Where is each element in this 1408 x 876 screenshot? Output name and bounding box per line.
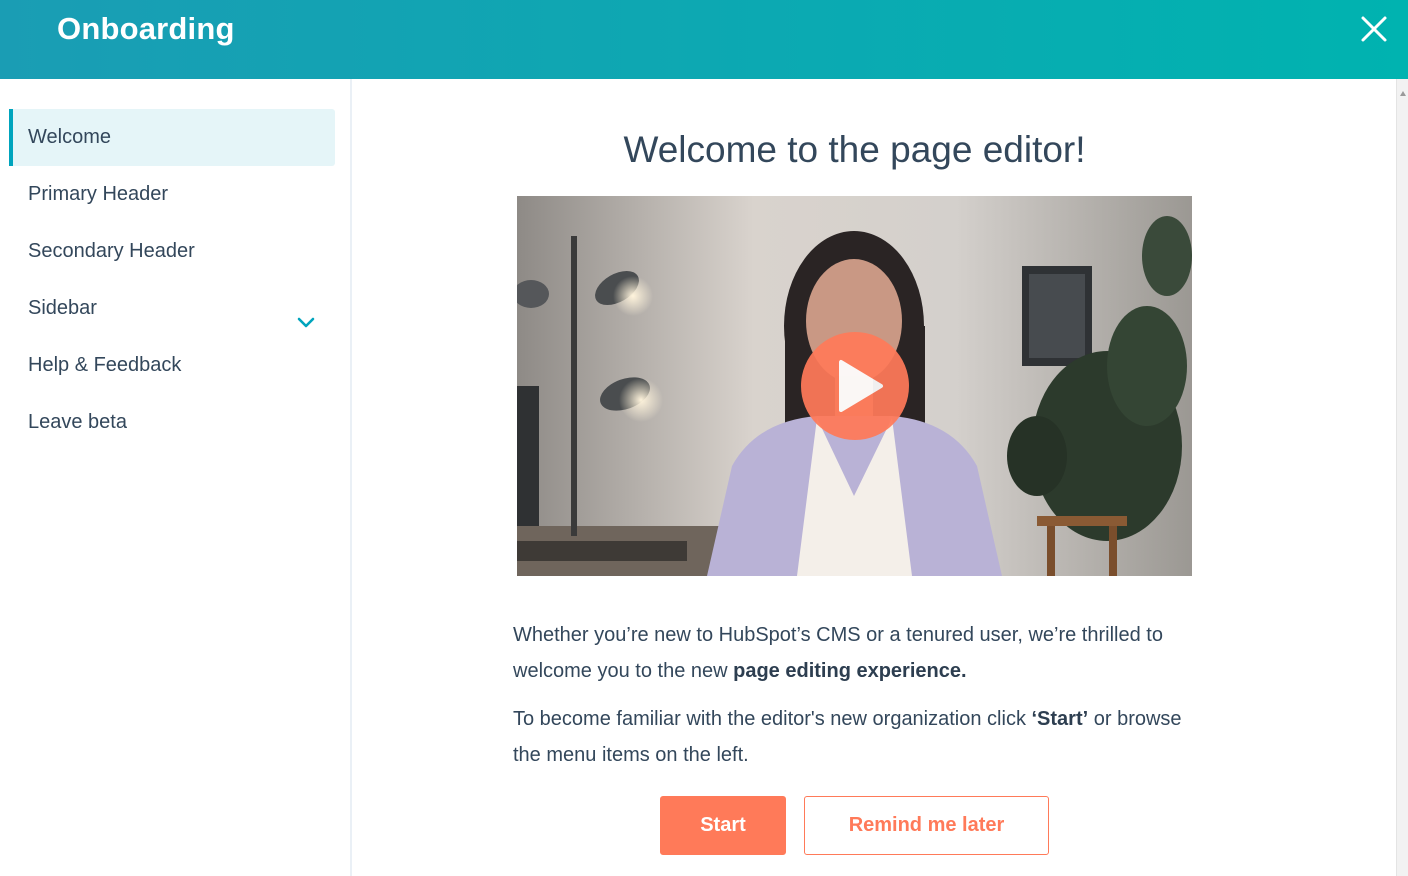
onboarding-header: Onboarding	[0, 0, 1408, 79]
sidebar-item-primary-header[interactable]: Primary Header	[9, 166, 335, 223]
scroll-up-arrow-icon[interactable]	[1399, 85, 1407, 96]
sidebar-item-welcome[interactable]: Welcome	[9, 109, 335, 166]
scrollbar[interactable]	[1396, 79, 1408, 876]
sidebar-item-label: Welcome	[28, 126, 111, 148]
sidebar-item-label: Secondary Header	[28, 240, 195, 262]
close-icon[interactable]	[1356, 11, 1392, 47]
page-title: Welcome to the page editor!	[623, 129, 1086, 170]
sidebar-item-secondary-header[interactable]: Secondary Header	[9, 223, 335, 280]
play-icon[interactable]	[801, 332, 909, 440]
sidebar-item-label: Sidebar	[28, 297, 97, 319]
instructions-paragraph: To become familiar with the editor's new…	[513, 708, 1182, 766]
sidebar-item-help-feedback[interactable]: Help & Feedback	[9, 337, 335, 394]
start-button[interactable]: Start	[660, 796, 786, 855]
sidebar-item-leave-beta[interactable]: Leave beta	[9, 394, 335, 451]
sidebar-item-label: Leave beta	[28, 411, 127, 433]
sidebar-nav: Welcome Primary Header Secondary Header …	[0, 79, 352, 876]
sidebar-item-label: Help & Feedback	[28, 354, 182, 376]
remind-me-later-button[interactable]: Remind me later	[804, 796, 1049, 855]
intro-paragraph: Whether you’re new to HubSpot’s CMS or a…	[513, 624, 1163, 682]
header-title: Onboarding	[57, 11, 235, 46]
welcome-video[interactable]	[517, 196, 1192, 576]
chevron-down-icon[interactable]	[296, 299, 316, 328]
sidebar-item-label: Primary Header	[28, 183, 169, 205]
sidebar-item-sidebar[interactable]: Sidebar	[9, 280, 335, 337]
